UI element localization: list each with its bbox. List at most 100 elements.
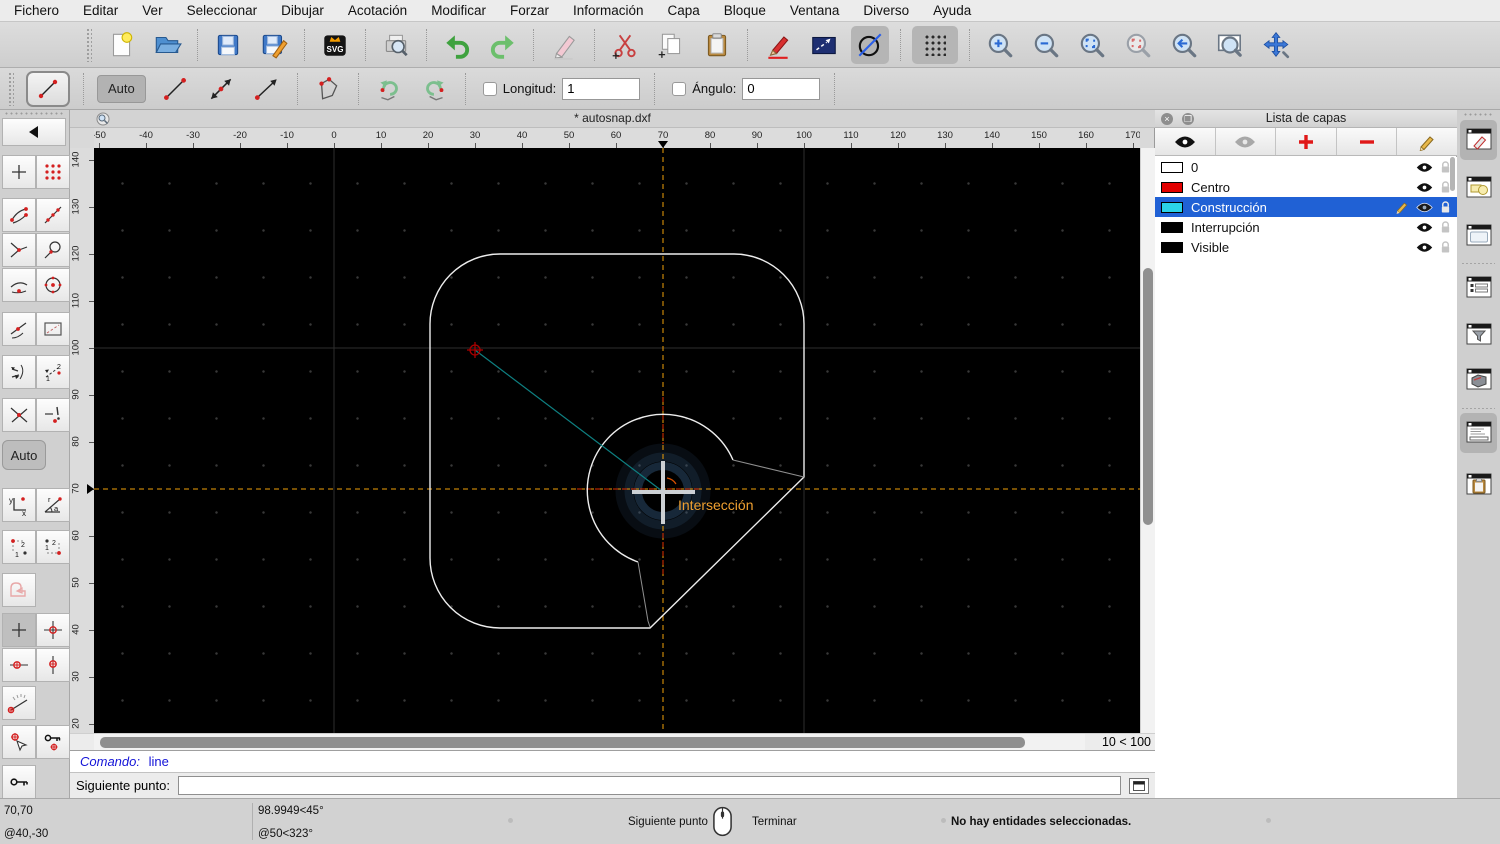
toggle-lock-button[interactable] — [2, 765, 36, 799]
zoom-auto-button[interactable] — [1073, 26, 1111, 64]
set-relative-zero-button[interactable] — [2, 725, 36, 759]
edit-layer-button[interactable] — [1397, 128, 1457, 155]
restrict-vertical-button[interactable] — [36, 648, 70, 682]
menu-forzar[interactable]: Forzar — [510, 3, 549, 18]
save-as-button[interactable] — [255, 26, 293, 64]
hide-all-layers-button[interactable] — [1216, 128, 1277, 155]
angle-indicator-button[interactable] — [2, 686, 36, 720]
menu-modificar[interactable]: Modificar — [431, 3, 486, 18]
undo-segment-button[interactable] — [370, 70, 408, 108]
menu-diverso[interactable]: Diverso — [863, 3, 909, 18]
pan-button[interactable] — [1257, 26, 1295, 64]
dock-pen-window-button[interactable] — [1460, 120, 1497, 160]
menu-fichero[interactable]: Fichero — [14, 3, 59, 18]
menu-acotacion[interactable]: Acotación — [348, 3, 407, 18]
layer-panel-float-button[interactable]: ❐ — [1182, 113, 1194, 125]
menu-ver[interactable]: Ver — [142, 3, 162, 18]
coordinate-cartesian-button[interactable]: yx — [2, 488, 36, 522]
menu-editar[interactable]: Editar — [83, 3, 118, 18]
restrict-horizontal-button[interactable] — [2, 648, 36, 682]
undo-button[interactable] — [438, 26, 476, 64]
layer-row-visible[interactable]: Visible — [1155, 237, 1457, 257]
layer-color-swatch[interactable] — [1161, 201, 1183, 213]
menu-bloque[interactable]: Bloque — [724, 3, 766, 18]
zoom-previous-button[interactable] — [1165, 26, 1203, 64]
snap-endpoints-button[interactable] — [2, 198, 36, 232]
draw-order-button[interactable] — [805, 26, 843, 64]
layer-row-interrupcion[interactable]: Interrupción — [1155, 217, 1457, 237]
layer-list-scrollbar-thumb[interactable] — [1450, 157, 1455, 191]
print-preview-button[interactable] — [377, 26, 415, 64]
line-horizontal-button[interactable] — [248, 70, 286, 108]
snap-distance-manual-button[interactable]: 12 — [36, 355, 70, 389]
save-button[interactable] — [209, 26, 247, 64]
dock-layer-list-button[interactable] — [1460, 268, 1497, 308]
command-input[interactable] — [177, 776, 1121, 795]
dock-clipboard-button[interactable] — [1460, 465, 1497, 505]
coordinate-polar-button[interactable]: ra — [36, 488, 70, 522]
layer-visibility-icon[interactable] — [1416, 202, 1433, 213]
longitud-input[interactable] — [562, 77, 641, 100]
part-outline[interactable] — [429, 253, 805, 629]
polyline-button[interactable] — [309, 70, 347, 108]
copy-button[interactable] — [652, 26, 690, 64]
line-mode-auto-button[interactable]: Auto — [97, 74, 146, 103]
dock-layer-filter-button[interactable] — [1460, 315, 1497, 355]
angulo-input[interactable] — [742, 77, 821, 100]
snap-distance-button[interactable] — [2, 268, 36, 302]
drawing-canvas[interactable]: Intersección — [94, 148, 1140, 733]
snap-nearest-button[interactable] — [2, 312, 36, 346]
snap-angles-button[interactable] — [2, 355, 36, 389]
redo-segment-button[interactable] — [416, 70, 454, 108]
current-tool-line-button[interactable] — [26, 70, 70, 107]
snap-perpendicular-button[interactable] — [36, 233, 70, 267]
zoom-in-button[interactable] — [981, 26, 1019, 64]
layer-visibility-icon[interactable] — [1416, 182, 1433, 193]
draft-circle-button[interactable] — [851, 25, 889, 64]
dock-command-window-button[interactable] — [1460, 413, 1497, 453]
cut-button[interactable] — [606, 26, 644, 64]
menu-ventana[interactable]: Ventana — [790, 3, 840, 18]
layer-color-swatch[interactable] — [1161, 181, 1183, 193]
vertical-scrollbar[interactable] — [1140, 148, 1155, 733]
dock-block-list-button[interactable] — [1460, 168, 1497, 208]
snap-free-button[interactable] — [2, 155, 36, 189]
restrict-to-entity-button[interactable] — [36, 312, 70, 346]
zoom-window-button[interactable] — [1211, 26, 1249, 64]
layer-row-construccion[interactable]: Construcción — [1155, 197, 1457, 217]
part-arc[interactable] — [586, 413, 734, 563]
show-all-layers-button[interactable] — [1155, 128, 1216, 155]
add-layer-button[interactable] — [1276, 128, 1337, 155]
zoom-out-button[interactable] — [1027, 26, 1065, 64]
horizontal-scrollbar-thumb[interactable] — [100, 737, 1025, 748]
line-two-points-button[interactable] — [156, 70, 194, 108]
open-file-button[interactable] — [148, 26, 186, 64]
zoom-selection-button[interactable] — [1119, 26, 1157, 64]
layer-color-swatch[interactable] — [1161, 161, 1183, 173]
layer-list-scrollbar[interactable] — [1449, 157, 1456, 277]
snap-grid-button[interactable] — [36, 155, 70, 189]
restrict-nothing-button[interactable] — [2, 613, 36, 647]
layer-visibility-icon[interactable] — [1416, 222, 1433, 233]
dock-library-browser-button[interactable] — [1460, 216, 1497, 256]
snap-on-entity-button[interactable] — [36, 198, 70, 232]
layer-visibility-icon[interactable] — [1416, 242, 1433, 253]
selection-disabled-button[interactable] — [2, 573, 36, 607]
layer-color-swatch[interactable] — [1161, 241, 1183, 253]
horizontal-scrollbar[interactable] — [94, 734, 1085, 751]
corner-point-1-2-button[interactable]: 12 — [2, 530, 36, 564]
corner-point-2-1-button[interactable]: 12 — [36, 530, 70, 564]
restrict-orthogonal-button[interactable] — [36, 613, 70, 647]
layer-visibility-icon[interactable] — [1416, 162, 1433, 173]
palette-back-button[interactable] — [2, 118, 66, 146]
pen-button[interactable] — [759, 26, 797, 64]
svg-export-button[interactable]: SVG — [316, 26, 354, 64]
lock-relative-zero-button[interactable] — [36, 725, 70, 759]
snap-middle-button[interactable] — [2, 233, 36, 267]
menu-informacion[interactable]: Información — [573, 3, 644, 18]
vertical-scrollbar-thumb[interactable] — [1143, 268, 1153, 525]
eraser-button[interactable] — [545, 26, 583, 64]
dock-wall-view-button[interactable] — [1460, 360, 1497, 400]
snap-intersection-button[interactable] — [2, 398, 36, 432]
menu-dibujar[interactable]: Dibujar — [281, 3, 324, 18]
